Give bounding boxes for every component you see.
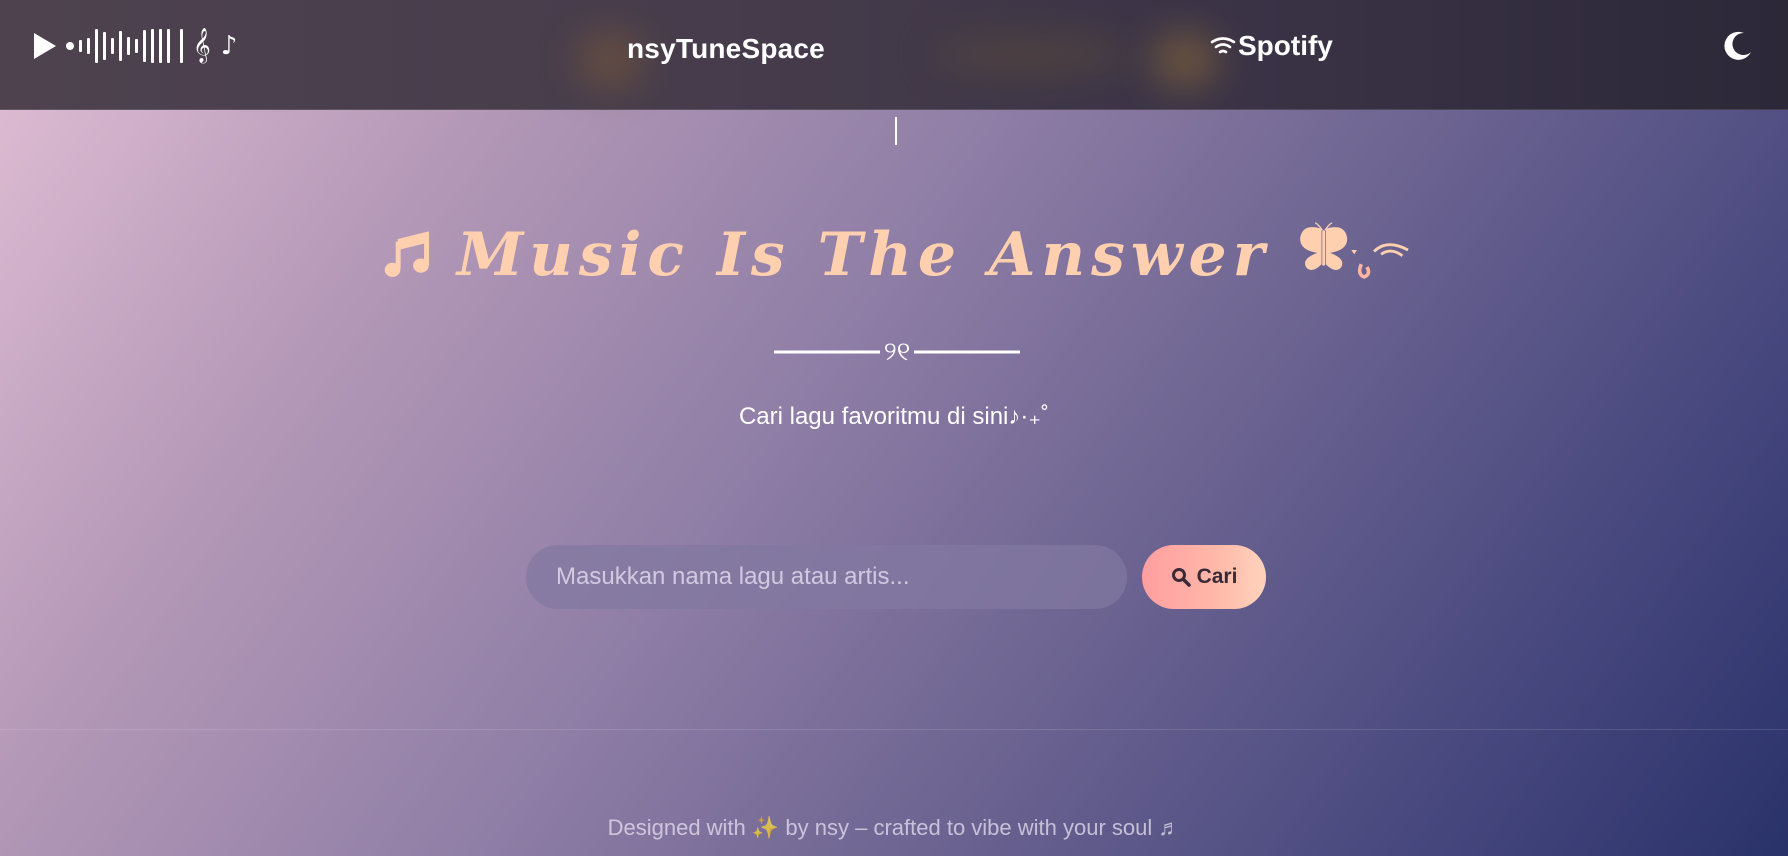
footer-divider [0, 729, 1788, 730]
footer-credit: Designed with ✨ by nsy – crafted to vibe… [607, 815, 1181, 840]
brand-logo[interactable]: 𝄞 ♪ [34, 26, 237, 66]
spotify-link[interactable]: Spotify [1210, 30, 1333, 62]
search-button[interactable]: Cari [1142, 545, 1266, 609]
search-input[interactable] [526, 545, 1127, 609]
spotify-label: Spotify [1238, 30, 1333, 61]
header-glow [930, 35, 1130, 75]
treble-clef-icon: 𝄞 [193, 28, 211, 63]
hero-subtitle: Cari lagu favoritmu di sini♪·₊˚ [738, 403, 1050, 430]
ornamental-divider: ୨୧ [774, 337, 1020, 367]
waveform-icon [66, 26, 183, 66]
wifi-icon [1210, 37, 1236, 54]
site-title[interactable]: nsyTuneSpace [627, 33, 825, 65]
top-navbar: 𝄞 ♪ nsyTuneSpace Spotify [0, 0, 1788, 110]
hero-title-text: Music Is The Answer [456, 220, 1271, 290]
hero-title: Music Is The Answer [384, 205, 1424, 305]
divider-symbol: ୨୧ [884, 337, 911, 367]
play-icon [34, 33, 56, 59]
search-icon [1171, 568, 1191, 587]
search-button-label: Cari [1196, 565, 1238, 588]
text-cursor [895, 117, 897, 145]
music-note-icon [384, 231, 430, 277]
music-note-icon: ♪ [220, 31, 238, 61]
butterfly-icon [1300, 222, 1410, 279]
moon-icon[interactable] [1722, 30, 1754, 62]
